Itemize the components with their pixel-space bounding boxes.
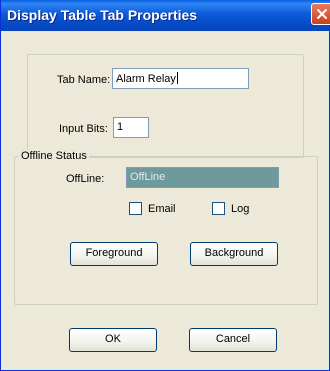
tab-name-input[interactable]: Alarm Relay (112, 68, 249, 89)
tab-name-label: Tab Name: (57, 74, 111, 86)
cancel-button-label: Cancel (215, 333, 251, 345)
foreground-button[interactable]: Foreground (70, 242, 158, 266)
dialog-body: Tab Name: Alarm Relay Input Bits: 1 Offl… (5, 31, 326, 367)
offline-status-legend: Offline Status (19, 150, 89, 162)
window-title: Display Table Tab Properties (7, 7, 198, 23)
tab-settings-group: Tab Name: Alarm Relay Input Bits: 1 (27, 54, 304, 158)
input-bits-label: Input Bits: (59, 123, 108, 135)
input-bits-value: 1 (117, 121, 124, 133)
email-checkbox[interactable] (129, 202, 142, 215)
log-label: Log (231, 203, 250, 215)
input-bits-input[interactable]: 1 (113, 117, 149, 138)
dialog-window: Display Table Tab Properties Tab Name: A… (0, 0, 330, 371)
background-button-label: Background (204, 247, 264, 259)
offline-status-group: Offline Status OffLine: OffLine Email Lo… (14, 150, 318, 305)
offline-value: OffLine (130, 171, 166, 183)
close-button[interactable] (311, 3, 330, 25)
foreground-button-label: Foreground (85, 247, 143, 259)
tab-name-value: Alarm Relay (116, 73, 176, 85)
background-button[interactable]: Background (190, 242, 278, 266)
email-label: Email (148, 203, 176, 215)
ok-button[interactable]: OK (69, 328, 157, 352)
cancel-button[interactable]: Cancel (189, 328, 277, 352)
ok-button-label: OK (105, 333, 121, 345)
text-caret (176, 72, 178, 84)
title-bar[interactable]: Display Table Tab Properties (1, 0, 330, 31)
log-checkbox[interactable] (212, 202, 225, 215)
offline-label: OffLine: (66, 173, 105, 185)
offline-input[interactable]: OffLine (126, 167, 279, 188)
